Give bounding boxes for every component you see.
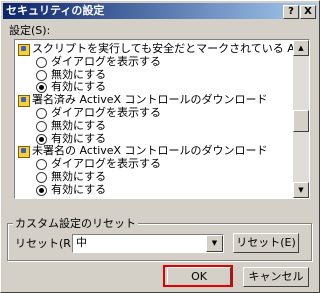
scroll-up-icon[interactable]: ▲ (293, 40, 309, 56)
radio-icon (36, 172, 47, 183)
radio-selected-icon (36, 184, 47, 196)
settings-category-icon (18, 95, 30, 108)
settings-category-icon (18, 44, 30, 56)
close-button[interactable]: X (300, 5, 316, 19)
settings-category-icon (18, 146, 30, 159)
radio-icon (36, 108, 47, 119)
radio-selected-icon (36, 82, 47, 94)
ok-highlight-box (163, 265, 233, 287)
reset-level-select[interactable]: 中 ▼ (72, 234, 224, 253)
settings-list[interactable]: スクリプトを実行しても安全だとマークされている ActiveX コントロールダイ… (14, 39, 310, 199)
radio-selected-icon (36, 133, 47, 145)
reset-group-title: カスタム設定のリセット (13, 217, 138, 230)
radio-icon (36, 159, 47, 171)
settings-scrollbar[interactable]: ▲ ▼ (293, 40, 309, 198)
title-bar[interactable]: セキュリティの設定 ? X (3, 3, 317, 19)
security-settings-dialog: セキュリティの設定 ? X 設定(S): スクリプトを実行しても安全だとマークさ… (0, 0, 320, 293)
scroll-down-icon[interactable]: ▼ (293, 182, 309, 198)
radio-icon (36, 120, 47, 132)
radio-icon (36, 56, 47, 68)
help-button[interactable]: ? (283, 5, 299, 19)
radio-icon (36, 69, 47, 81)
cancel-button[interactable]: キャンセル (243, 267, 309, 287)
scroll-thumb[interactable] (293, 110, 309, 132)
settings-category-label: Microsoft VM (32, 196, 103, 198)
reset-level-value: 中 (76, 236, 87, 249)
settings-list-content: スクリプトを実行しても安全だとマークされている ActiveX コントロールダイ… (15, 40, 293, 198)
settings-label: 設定(S): (9, 24, 51, 37)
reset-button[interactable]: リセット(E) (233, 233, 299, 253)
window-title: セキュリティの設定 (6, 4, 105, 17)
chevron-down-icon[interactable]: ▼ (206, 235, 223, 252)
reset-label: リセット(R): (15, 237, 79, 250)
